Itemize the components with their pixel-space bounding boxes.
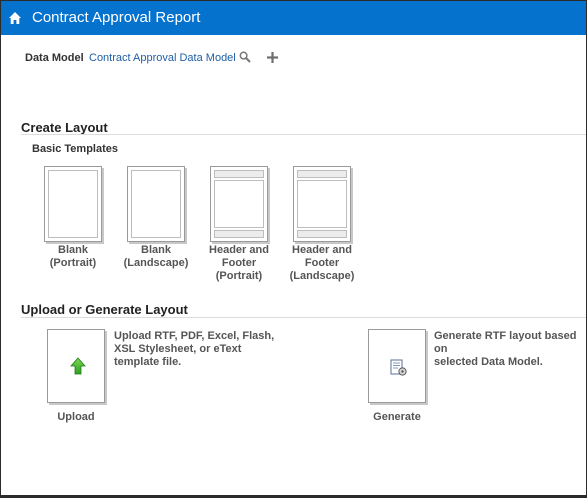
template-label-header-footer-landscape[interactable]: Header and Footer (Landscape) bbox=[282, 244, 362, 283]
header-footer-portrait-thumbnail bbox=[210, 166, 268, 242]
section-divider bbox=[21, 317, 586, 318]
home-icon[interactable] bbox=[8, 11, 22, 25]
generate-label[interactable]: Generate bbox=[357, 411, 437, 424]
blank-landscape-thumbnail bbox=[127, 166, 185, 242]
report-window: Contract Approval Report Data Model Cont… bbox=[0, 0, 587, 498]
generate-document-icon bbox=[390, 359, 407, 376]
up-arrow-icon bbox=[70, 357, 86, 375]
generate-button[interactable] bbox=[368, 329, 426, 403]
template-blank-landscape[interactable] bbox=[127, 166, 187, 242]
blank-portrait-thumbnail bbox=[44, 166, 102, 242]
template-label-blank-portrait[interactable]: Blank (Portrait) bbox=[33, 244, 113, 270]
title-bar: Contract Approval Report bbox=[1, 1, 586, 35]
header-footer-landscape-thumbnail bbox=[293, 166, 351, 242]
template-label-header-footer-portrait[interactable]: Header and Footer (Portrait) bbox=[199, 244, 279, 283]
basic-templates-heading: Basic Templates bbox=[32, 143, 119, 155]
upload-description: Upload RTF, PDF, Excel, Flash, XSL Style… bbox=[114, 330, 275, 368]
template-header-footer-landscape[interactable] bbox=[293, 166, 353, 242]
page-title: Contract Approval Report bbox=[32, 9, 201, 26]
search-icon[interactable] bbox=[239, 51, 251, 63]
upload-generate-heading: Upload or Generate Layout bbox=[21, 302, 188, 317]
template-label-blank-landscape[interactable]: Blank (Landscape) bbox=[116, 244, 196, 270]
upload-label[interactable]: Upload bbox=[36, 411, 116, 424]
generate-description: Generate RTF layout based on selected Da… bbox=[434, 330, 577, 368]
template-header-footer-portrait[interactable] bbox=[210, 166, 270, 242]
upload-button[interactable] bbox=[47, 329, 105, 403]
data-model-label: Data Model bbox=[25, 52, 84, 64]
plus-icon[interactable] bbox=[266, 51, 279, 64]
section-divider bbox=[21, 134, 586, 135]
data-model-link[interactable]: Contract Approval Data Model bbox=[89, 51, 236, 65]
template-blank-portrait[interactable] bbox=[44, 166, 104, 242]
